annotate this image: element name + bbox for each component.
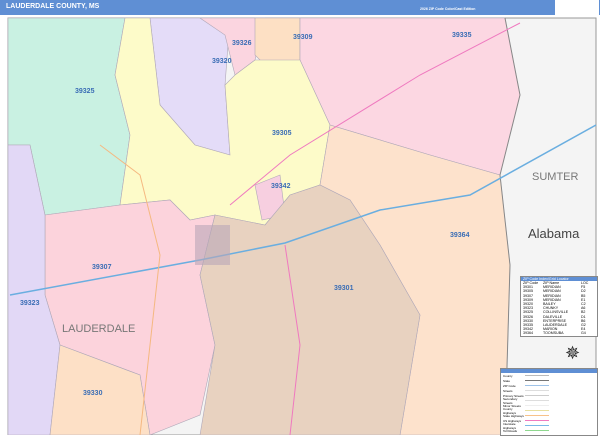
zip-index-table: ZIP Code Index/Grid Locator ZIP Code ZIP… <box>520 276 598 337</box>
legend-label: State Highways <box>503 413 524 418</box>
neighbor-county-label: SUMTER <box>532 171 579 183</box>
legend-swatch <box>525 424 549 427</box>
zip-label: 39364 <box>450 232 470 239</box>
map-legend: County State ZIP Code Streets Primary Street… <box>500 368 598 436</box>
zip-label: 39335 <box>452 32 472 39</box>
legend-item: Toll Roads <box>501 428 597 433</box>
zip-label: 39309 <box>293 34 313 41</box>
legend-swatch <box>525 384 549 387</box>
map-title: LAUDERDALE COUNTY, MS <box>6 3 100 10</box>
legend-swatch <box>525 394 549 397</box>
zip-label: 39342 <box>271 183 291 190</box>
state-label: Alabama <box>528 226 580 241</box>
zip-label: 39325 <box>75 88 95 95</box>
table-row: 39364 TOOMSUBA G4 <box>521 331 597 335</box>
legend-label: State <box>503 378 511 383</box>
table-cell: G4 <box>581 331 586 336</box>
zip-label: 39326 <box>232 40 252 47</box>
zip-label: 39307 <box>92 264 112 271</box>
zip-label: 39301 <box>334 285 354 292</box>
legend-swatch <box>525 374 549 377</box>
publisher-logo <box>555 0 599 15</box>
zip-label: 39320 <box>212 58 232 65</box>
legend-label: Streets <box>503 388 513 393</box>
table-cell: 39364 <box>523 331 533 336</box>
zip-label: 39323 <box>20 300 40 307</box>
legend-label: County <box>503 373 513 378</box>
legend-label: ZIP Code <box>503 383 516 388</box>
header-bar: LAUDERDALE COUNTY, MS 2026 ZIP Code Colo… <box>0 0 600 15</box>
legend-swatch <box>525 379 549 382</box>
county-label: LAUDERDALE <box>62 323 135 335</box>
meridian-city <box>195 225 230 265</box>
table-cell: TOOMSUBA <box>543 331 564 336</box>
zip-label: 39330 <box>83 390 103 397</box>
legend-swatch <box>525 419 549 422</box>
legend-label: Toll Roads <box>503 428 518 433</box>
legend-swatch <box>525 429 549 432</box>
legend-swatch <box>525 399 549 402</box>
legend-swatch <box>525 404 549 407</box>
compass-rose-icon: ✵ <box>565 343 581 363</box>
legend-swatch <box>525 389 549 392</box>
legend-swatch <box>525 414 549 417</box>
edition-label: 2026 ZIP Code Color/Cast Edition <box>420 7 476 11</box>
legend-swatch <box>525 409 549 412</box>
zip-label: 39305 <box>272 130 292 137</box>
